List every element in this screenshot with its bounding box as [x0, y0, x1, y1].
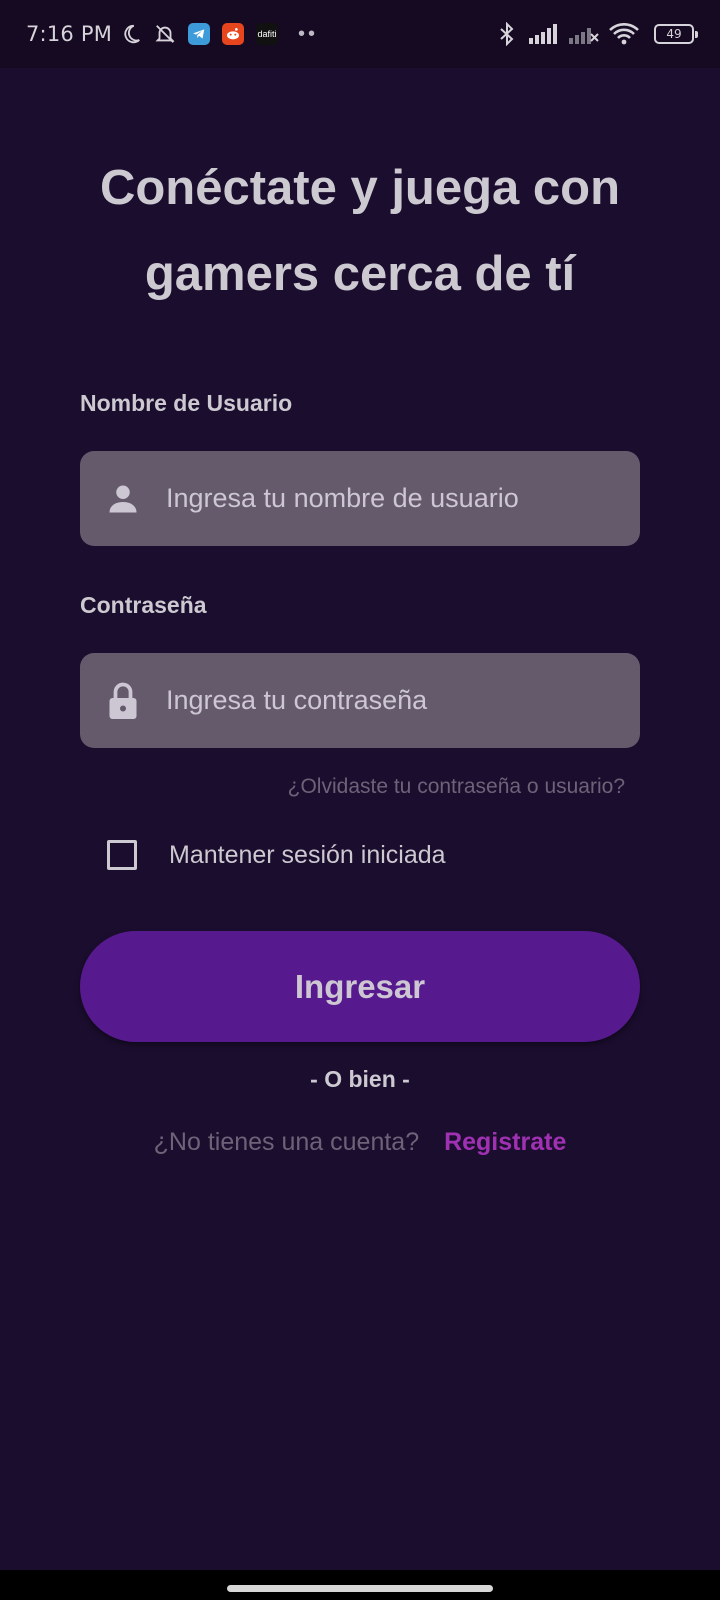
remember-me-label: Mantener sesión iniciada [169, 840, 446, 869]
lock-icon [104, 682, 142, 720]
or-divider: - O bien - [310, 1066, 410, 1092]
forgot-credentials-link[interactable]: ¿Olvidaste tu contraseña o usuario? [288, 775, 625, 799]
muted-bell-icon [152, 21, 178, 47]
signal-no-service-icon [568, 21, 600, 47]
dafiti-icon: dafiti [254, 21, 280, 47]
signup-row: ¿No tienes una cuenta? Registrate [0, 1128, 720, 1157]
notification-icons: dafiti •• [118, 21, 318, 47]
status-bar: 7:16 PM dafiti •• 49 [0, 0, 720, 68]
username-input[interactable] [166, 483, 640, 514]
password-label: Contraseña [80, 592, 207, 618]
login-button[interactable]: Ingresar [80, 931, 640, 1042]
password-field[interactable] [80, 653, 640, 748]
remember-me-checkbox[interactable] [107, 840, 137, 870]
wifi-icon [608, 21, 640, 47]
reddit-icon [220, 21, 246, 47]
password-input[interactable] [166, 685, 640, 716]
status-time: 7:16 PM [26, 22, 113, 46]
person-icon [104, 480, 142, 518]
username-label: Nombre de Usuario [80, 390, 293, 416]
register-link[interactable]: Registrate [444, 1128, 566, 1156]
home-indicator[interactable] [227, 1585, 493, 1592]
bluetooth-icon [494, 21, 520, 47]
dafiti-badge: dafiti [256, 23, 279, 45]
remember-me-row[interactable]: Mantener sesión iniciada [107, 840, 446, 870]
battery-icon: 49 [654, 24, 698, 44]
page-title: Conéctate y juega con gamers cerca de tí [0, 145, 720, 317]
signal-icon [528, 21, 560, 47]
telegram-icon [186, 21, 212, 47]
system-icons: 49 [494, 21, 698, 47]
username-field[interactable] [80, 451, 640, 546]
moon-icon [118, 21, 144, 47]
title-line-2: gamers cerca de tí [144, 247, 576, 301]
more-notifications-icon: •• [298, 22, 319, 45]
title-line-1: Conéctate y juega con [99, 161, 621, 215]
signup-prompt: ¿No tienes una cuenta? [153, 1128, 420, 1156]
